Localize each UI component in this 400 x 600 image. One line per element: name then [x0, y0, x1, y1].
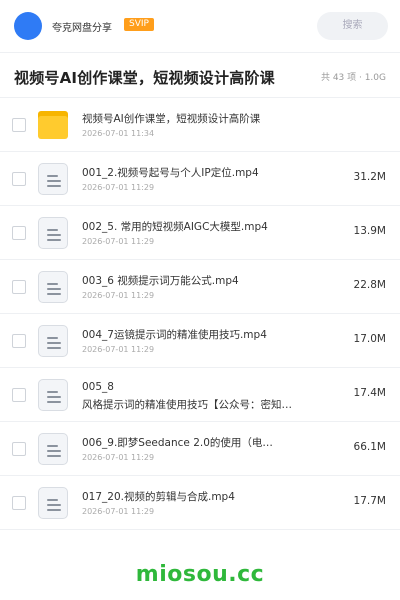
site-watermark: miosou.cc: [135, 562, 265, 587]
file-name: 004_7运镜提示词的精准使用技巧.mp4: [82, 329, 267, 341]
list-item[interactable]: 001_2.视频号起号与个人IP定位.mp4 2026-07-01 11:29 …: [0, 152, 400, 206]
document-icon: [38, 433, 70, 465]
select-checkbox[interactable]: [12, 280, 26, 294]
select-checkbox[interactable]: [12, 118, 26, 132]
search-input[interactable]: 搜索: [317, 12, 388, 40]
select-checkbox[interactable]: [12, 442, 26, 456]
document-icon: [38, 217, 70, 249]
file-name: 017_20.视频的剪辑与合成.mp4: [82, 491, 235, 503]
footer: miosou.cc: [0, 548, 400, 600]
file-size: 22.8M: [353, 279, 386, 291]
list-item[interactable]: 004_7运镜提示词的精准使用技巧.mp4 2026-07-01 11:29 1…: [0, 314, 400, 368]
document-icon: [38, 379, 70, 411]
top-bar: 夸克网盘分享 SVIP 搜索: [0, 0, 400, 52]
avatar[interactable]: [14, 12, 42, 40]
file-name-line2: 风格提示词的精准使用技巧【公众号：密知…: [82, 399, 292, 411]
file-date: 2026-07-01 11:34: [82, 129, 155, 138]
file-name: 003_6 视频提示词万能公式.mp4: [82, 275, 239, 287]
folder-icon: [38, 109, 70, 141]
select-checkbox[interactable]: [12, 334, 26, 348]
list-item[interactable]: 005_8 风格提示词的精准使用技巧【公众号：密知… 17.4M: [0, 368, 400, 422]
document-icon: [38, 487, 70, 519]
select-checkbox[interactable]: [12, 496, 26, 510]
select-checkbox[interactable]: [12, 226, 26, 240]
file-date: 2026-07-01 11:29: [82, 453, 155, 462]
file-size: 17.0M: [353, 333, 386, 345]
file-name: 005_8: [82, 381, 114, 393]
file-date: 2026-07-01 11:29: [82, 237, 155, 246]
page-title: 视频号AI创作课堂，短视频设计高阶课: [14, 69, 275, 87]
file-size: 17.4M: [353, 387, 386, 399]
file-name: 001_2.视频号起号与个人IP定位.mp4: [82, 167, 259, 179]
file-name: 002_5. 常用的短视频AIGC大模型.mp4: [82, 221, 268, 233]
file-size: 31.2M: [353, 171, 386, 183]
file-date: 2026-07-01 11:29: [82, 291, 155, 300]
file-date: 2026-07-01 11:29: [82, 507, 155, 516]
account-name: 夸克网盘分享: [52, 23, 112, 34]
file-date: 2026-07-01 11:29: [82, 183, 155, 192]
select-checkbox[interactable]: [12, 388, 26, 402]
file-size: 13.9M: [353, 225, 386, 237]
list-item[interactable]: 003_6 视频提示词万能公式.mp4 2026-07-01 11:29 22.…: [0, 260, 400, 314]
file-list: 视频号AI创作课堂，短视频设计高阶课 2026-07-01 11:34 001_…: [0, 98, 400, 530]
select-checkbox[interactable]: [12, 172, 26, 186]
file-name: 006_9.即梦Seedance 2.0的使用（电…: [82, 437, 273, 449]
file-size: 17.7M: [353, 495, 386, 507]
list-item[interactable]: 017_20.视频的剪辑与合成.mp4 2026-07-01 11:29 17.…: [0, 476, 400, 530]
list-item[interactable]: 002_5. 常用的短视频AIGC大模型.mp4 2026-07-01 11:2…: [0, 206, 400, 260]
list-item[interactable]: 006_9.即梦Seedance 2.0的使用（电… 2026-07-01 11…: [0, 422, 400, 476]
document-icon: [38, 325, 70, 357]
file-size: 66.1M: [353, 441, 386, 453]
item-summary: 共 43 项 · 1.0G: [320, 73, 386, 83]
document-icon: [38, 163, 70, 195]
svip-badge: SVIP: [124, 18, 154, 31]
folder-title-bar: 视频号AI创作课堂，短视频设计高阶课 共 43 项 · 1.0G: [0, 53, 400, 97]
file-date: 2026-07-01 11:29: [82, 345, 155, 354]
document-icon: [38, 271, 70, 303]
file-name: 视频号AI创作课堂，短视频设计高阶课: [82, 113, 261, 125]
list-item[interactable]: 视频号AI创作课堂，短视频设计高阶课 2026-07-01 11:34: [0, 98, 400, 152]
